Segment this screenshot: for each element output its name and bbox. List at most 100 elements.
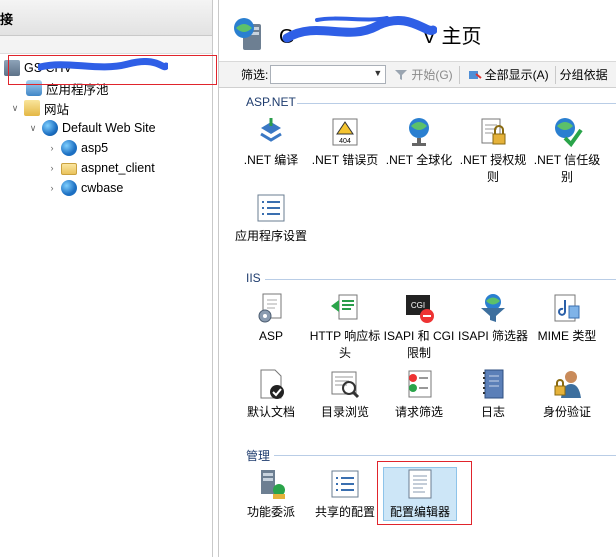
tree-node-cwbase[interactable]: › cwbase: [47, 178, 123, 198]
tree-node-asp5[interactable]: › asp5: [47, 138, 108, 158]
group-by-label: 分组依据: [559, 68, 608, 82]
page-title-prefix: G: [279, 26, 295, 48]
isapi-cgi-icon: CGI: [406, 295, 434, 323]
feature-label: MIME 类型: [537, 329, 597, 343]
authentication-icon: [554, 371, 581, 398]
feature-isapi-filters[interactable]: ISAPI 筛选器: [457, 292, 529, 345]
config-editor-icon: [408, 469, 432, 499]
collapse-arrow-icon[interactable]: ›: [47, 143, 57, 153]
collapse-arrow-icon[interactable]: ›: [47, 183, 57, 193]
feature-authentication[interactable]: 身份验证: [531, 368, 603, 421]
page-title-suffix: V 主页: [422, 26, 482, 48]
toolbar-separator: [554, 65, 556, 84]
tree-node-label: Default Web Site: [62, 121, 156, 135]
feature-app-settings[interactable]: 应用程序设置: [235, 192, 307, 245]
directory-browsing-icon: [331, 371, 360, 399]
feature-label: 共享的配置: [314, 505, 375, 519]
toolbar-separator: [458, 65, 460, 84]
feature-directory-browsing[interactable]: 目录浏览: [309, 368, 381, 421]
feature-logging[interactable]: 日志: [457, 368, 529, 421]
app-globe-icon: [61, 180, 77, 196]
dotnet-authorization-icon: [481, 118, 506, 145]
tree-node-label: asp5: [81, 141, 109, 155]
filter-label: 筛选:: [241, 68, 269, 82]
feature-delegation-icon: [261, 470, 285, 499]
group-by-button[interactable]: 分组依据: [560, 66, 608, 83]
feature-default-document[interactable]: 默认文档: [235, 368, 307, 421]
feature-label: 应用程序设置: [235, 229, 308, 243]
feature-label: ISAPI 筛选器: [457, 329, 528, 343]
feature-label: 目录浏览: [320, 405, 369, 419]
show-all-icon: [468, 70, 482, 79]
feature-dotnet-error-pages[interactable]: 404 .NET 错误页: [309, 116, 381, 169]
server-icon: [4, 60, 20, 76]
feature-label: 日志: [480, 405, 505, 419]
show-all-button[interactable]: 全部显示(A): [468, 66, 549, 83]
app-globe-icon: [61, 140, 77, 156]
dotnet-globalization-icon: [409, 118, 429, 146]
server-home-icon: [234, 18, 261, 50]
feature-dotnet-compile[interactable]: .NET 编译: [235, 116, 307, 169]
tree-node-label: GS CHV: [24, 61, 72, 75]
folder-icon: [61, 163, 77, 175]
feature-configuration-editor[interactable]: 配置编辑器: [384, 468, 456, 521]
feature-isapi-cgi-restrictions[interactable]: CGI ISAPI 和 CGI 限制: [383, 292, 455, 362]
mime-types-icon: [554, 294, 580, 322]
feature-dotnet-authorization[interactable]: .NET 授权规则: [457, 116, 529, 186]
feature-request-filtering[interactable]: 请求筛选: [383, 368, 455, 421]
filter-input[interactable]: ▼: [270, 65, 387, 84]
tree-node-label: 应用程序池: [46, 82, 109, 97]
svg-text:404: 404: [339, 138, 351, 145]
tree-node-default-web-site[interactable]: ∨ Default Web Site: [28, 118, 156, 138]
dotnet-trust-level-icon: [555, 118, 583, 148]
svg-text:CGI: CGI: [411, 301, 425, 310]
tree-node-aspnet-client[interactable]: › aspnet_client: [47, 158, 155, 178]
feature-label: ISAPI 和 CGI 限制: [383, 329, 455, 360]
section-header-management: 管理: [246, 449, 271, 463]
feature-label: HTTP 响应标头: [309, 329, 381, 360]
app-pool-icon: [26, 80, 42, 96]
filter-toolbar: 筛选: ▼ 开始(G) 全部显示(A) 分组依据: [219, 62, 616, 88]
feature-label: 配置编辑器: [389, 505, 450, 519]
connections-toolbar: [0, 36, 212, 54]
collapse-arrow-icon[interactable]: ›: [47, 163, 57, 173]
feature-dotnet-globalization[interactable]: .NET 全球化: [383, 116, 455, 169]
feature-asp[interactable]: ASP: [235, 292, 307, 345]
section-divider: [274, 455, 616, 456]
page-title: G V 主页: [279, 20, 481, 49]
feature-dotnet-trust-levels[interactable]: .NET 信任级别: [531, 116, 603, 186]
tree-node-app-pools[interactable]: 应用程序池: [26, 78, 109, 98]
dropdown-arrow-icon[interactable]: ▼: [373, 68, 382, 78]
start-filter-button[interactable]: 开始(G): [394, 66, 453, 83]
feature-http-response-headers[interactable]: HTTP 响应标头: [309, 292, 381, 362]
section-header-aspnet: ASP.NET: [246, 95, 296, 109]
website-globe-icon: [42, 120, 58, 136]
logging-icon: [483, 369, 504, 399]
section-divider: [297, 103, 616, 104]
dotnet-error-page-icon: 404: [332, 118, 358, 146]
default-document-icon: [260, 369, 284, 399]
funnel-icon: [395, 69, 408, 80]
feature-delegation[interactable]: 功能委派: [235, 468, 307, 521]
section-divider: [265, 279, 616, 280]
home-header: G V 主页: [219, 0, 616, 62]
feature-shared-configuration[interactable]: 共享的配置: [309, 468, 381, 521]
expand-arrow-icon[interactable]: ∨: [10, 103, 20, 113]
tree-node-sites[interactable]: ∨ 网站: [10, 98, 69, 118]
section-header-iis: IIS: [246, 271, 261, 285]
connections-header: 连接: [0, 0, 212, 36]
show-all-label: 全部显示(A): [484, 68, 549, 82]
app-settings-icon: [257, 194, 285, 222]
feature-label: 默认文档: [246, 405, 295, 419]
shared-config-icon: [331, 470, 359, 498]
start-filter-label: 开始(G): [411, 68, 453, 82]
expand-arrow-icon[interactable]: ∨: [28, 123, 38, 133]
feature-mime-types[interactable]: MIME 类型: [531, 292, 603, 345]
tree-node-label: cwbase: [81, 181, 124, 195]
feature-label: 请求筛选: [394, 405, 443, 419]
feature-label: 身份验证: [542, 405, 591, 419]
request-filtering-icon: [408, 370, 432, 398]
dotnet-compile-icon: [260, 118, 282, 142]
tree-node-server[interactable]: GS CHV: [4, 58, 72, 78]
tree-node-label: 网站: [44, 102, 70, 117]
